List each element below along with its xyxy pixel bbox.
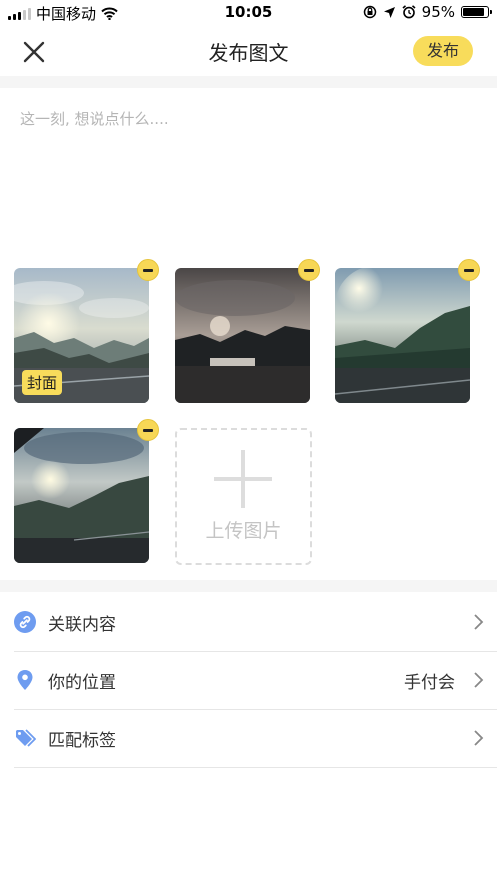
location-pin-icon bbox=[17, 670, 33, 690]
remove-photo-button[interactable] bbox=[137, 259, 159, 281]
photo-image bbox=[335, 268, 470, 403]
location-value: 手付会 bbox=[404, 673, 455, 693]
remove-photo-button[interactable] bbox=[458, 259, 480, 281]
location-row[interactable]: 你的位置 手付会 bbox=[14, 651, 497, 710]
rotation-lock-icon bbox=[363, 5, 376, 19]
section-divider bbox=[0, 580, 497, 592]
photo-thumbnail[interactable] bbox=[335, 268, 470, 403]
alarm-icon bbox=[402, 5, 416, 19]
tag-icon bbox=[16, 729, 36, 747]
post-text-input[interactable] bbox=[20, 108, 480, 228]
upload-photo-button[interactable]: 上传图片 bbox=[175, 428, 312, 565]
cover-badge: 封面 bbox=[22, 370, 63, 395]
photo-thumbnail[interactable] bbox=[14, 428, 149, 563]
photo-thumbnail[interactable] bbox=[175, 268, 310, 403]
tags-row[interactable]: 匹配标签 bbox=[14, 709, 497, 768]
section-divider bbox=[0, 76, 497, 88]
battery-percent: 95% bbox=[421, 3, 455, 21]
photo-image bbox=[175, 268, 310, 403]
battery-icon bbox=[461, 6, 492, 18]
chevron-right-icon bbox=[474, 614, 484, 630]
location-label: 你的位置 bbox=[48, 673, 116, 693]
upload-photo-label: 上传图片 bbox=[205, 520, 282, 542]
photo-image bbox=[14, 428, 149, 563]
chevron-right-icon bbox=[474, 730, 484, 746]
link-icon bbox=[14, 611, 36, 633]
nav-bar: 发布图文 发布 bbox=[0, 26, 497, 76]
photo-thumbnail[interactable]: 封面 bbox=[14, 268, 149, 403]
related-content-row[interactable]: 关联内容 bbox=[14, 593, 497, 652]
remove-photo-button[interactable] bbox=[298, 259, 320, 281]
related-content-label: 关联内容 bbox=[48, 615, 116, 635]
chevron-right-icon bbox=[474, 672, 484, 688]
status-right: 95% bbox=[363, 3, 492, 21]
publish-button[interactable]: 发布 bbox=[413, 36, 473, 66]
tags-label: 匹配标签 bbox=[48, 731, 116, 751]
location-arrow-icon bbox=[383, 6, 395, 18]
remove-photo-button[interactable] bbox=[137, 419, 159, 441]
status-bar: 中国移动 10:05 95% bbox=[0, 0, 497, 26]
